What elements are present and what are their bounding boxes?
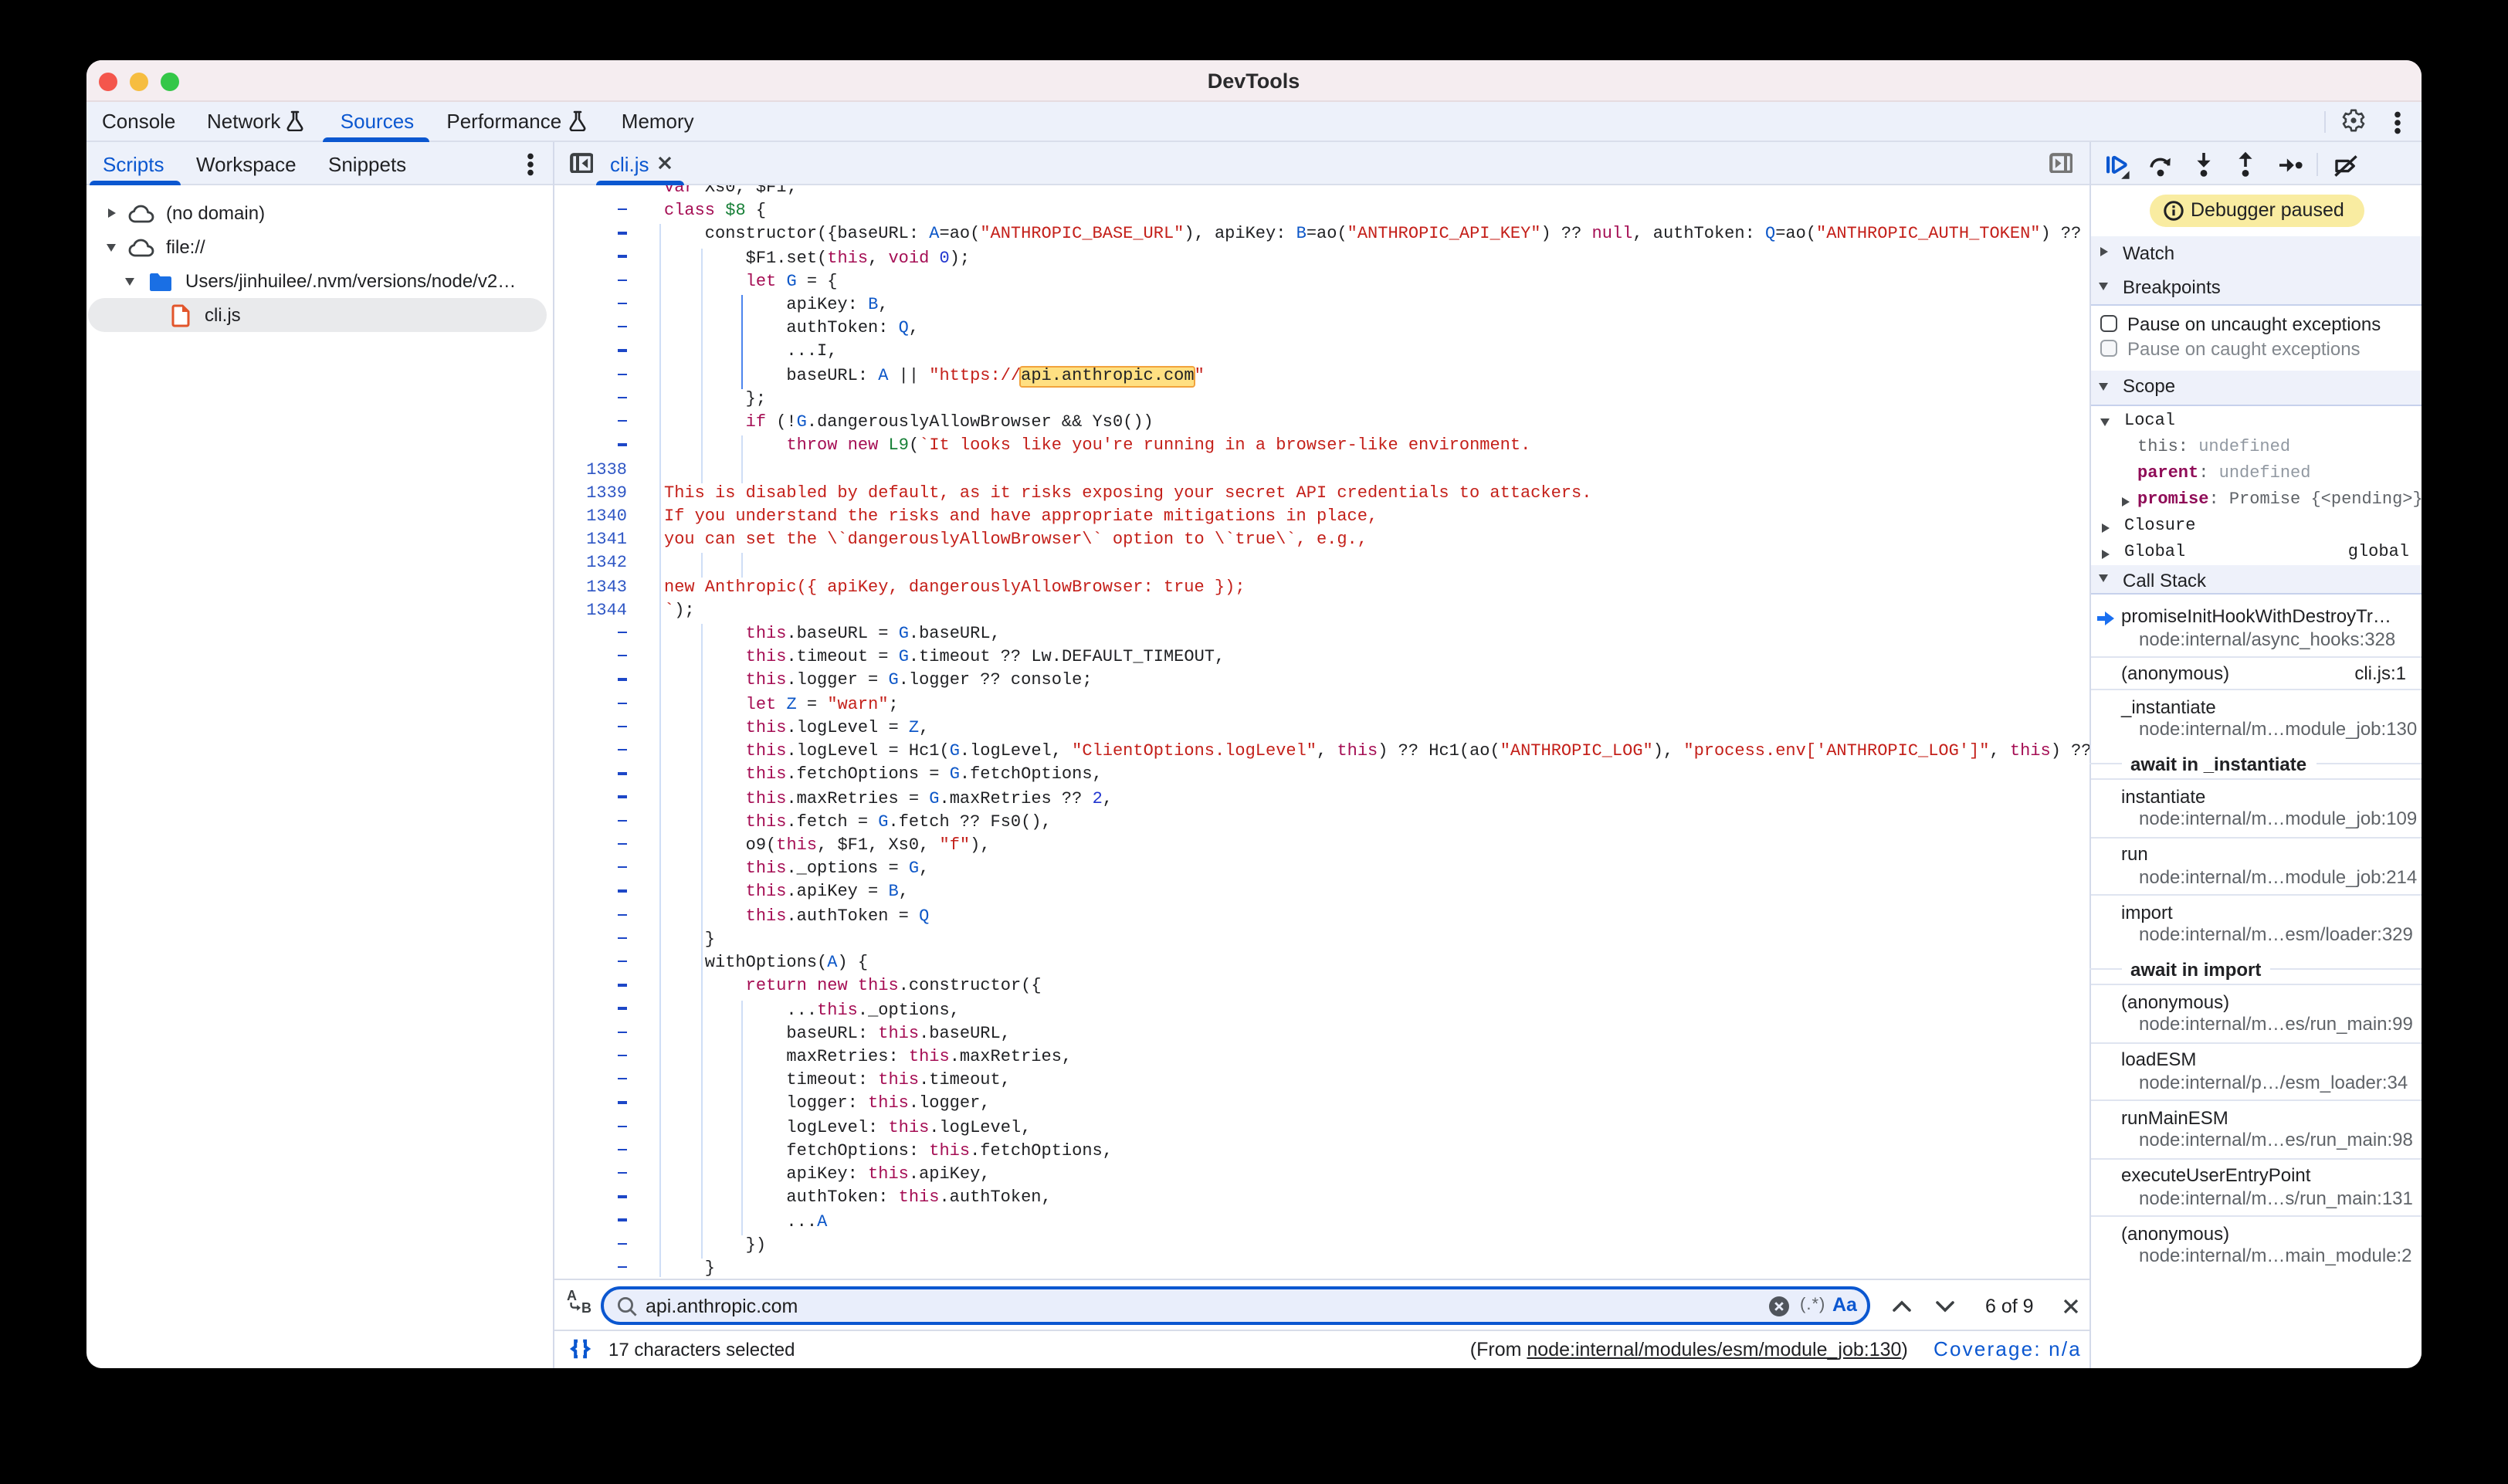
- svg-text:B: B: [581, 1300, 591, 1314]
- svg-text:A: A: [566, 1288, 576, 1303]
